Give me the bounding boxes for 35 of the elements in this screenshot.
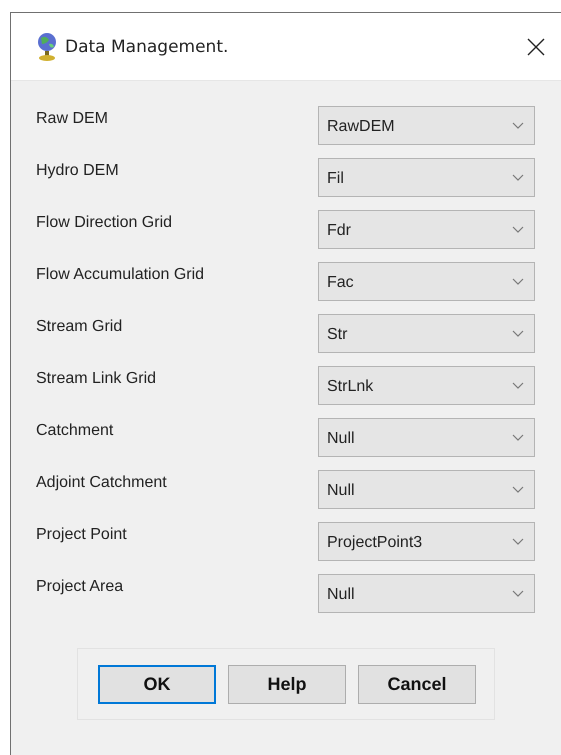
field-label: Stream Grid [36, 318, 124, 336]
chevron-down-icon [512, 486, 524, 492]
field-label: Stream Link Grid [36, 370, 158, 388]
field-label: Catchment [36, 422, 114, 440]
dropdown[interactable]: StrLnk [318, 366, 535, 404]
window-title: Data Management. [65, 36, 230, 56]
dropdown[interactable]: RawDEM [318, 106, 535, 144]
field-label: Project Point [36, 526, 128, 544]
chevron-down-icon [512, 174, 524, 180]
field-label: Hydro DEM [36, 162, 120, 180]
dropdown[interactable]: Null [318, 418, 535, 456]
dropdown[interactable]: Fil [318, 158, 535, 196]
field-label: Adjoint Catchment [36, 474, 168, 492]
dialog-button[interactable]: Help [228, 664, 346, 704]
field-label: Raw DEM [36, 110, 110, 128]
dropdown[interactable]: Str [318, 314, 535, 352]
field-label: Flow Accumulation Grid [36, 266, 206, 284]
globe-icon [37, 32, 57, 62]
dropdown[interactable]: ProjectPoint3 [318, 522, 535, 560]
dropdown[interactable]: Null [318, 470, 535, 508]
chevron-down-icon [512, 278, 524, 284]
chevron-down-icon [512, 226, 524, 232]
chevron-down-icon [512, 382, 524, 388]
chevron-down-icon [512, 330, 524, 336]
field-label: Flow Direction Grid [36, 214, 174, 232]
chevron-down-icon [512, 122, 524, 128]
dialog-button[interactable]: OK [98, 664, 216, 704]
dropdown[interactable]: Fac [318, 262, 535, 300]
chevron-down-icon [512, 590, 524, 596]
dialog-button[interactable]: Cancel [358, 664, 476, 704]
chevron-down-icon [512, 434, 524, 440]
dropdown[interactable]: Fdr [318, 210, 535, 248]
field-label: Project Area [36, 578, 124, 596]
dropdown[interactable]: Null [318, 574, 535, 612]
chevron-down-icon [512, 538, 524, 544]
